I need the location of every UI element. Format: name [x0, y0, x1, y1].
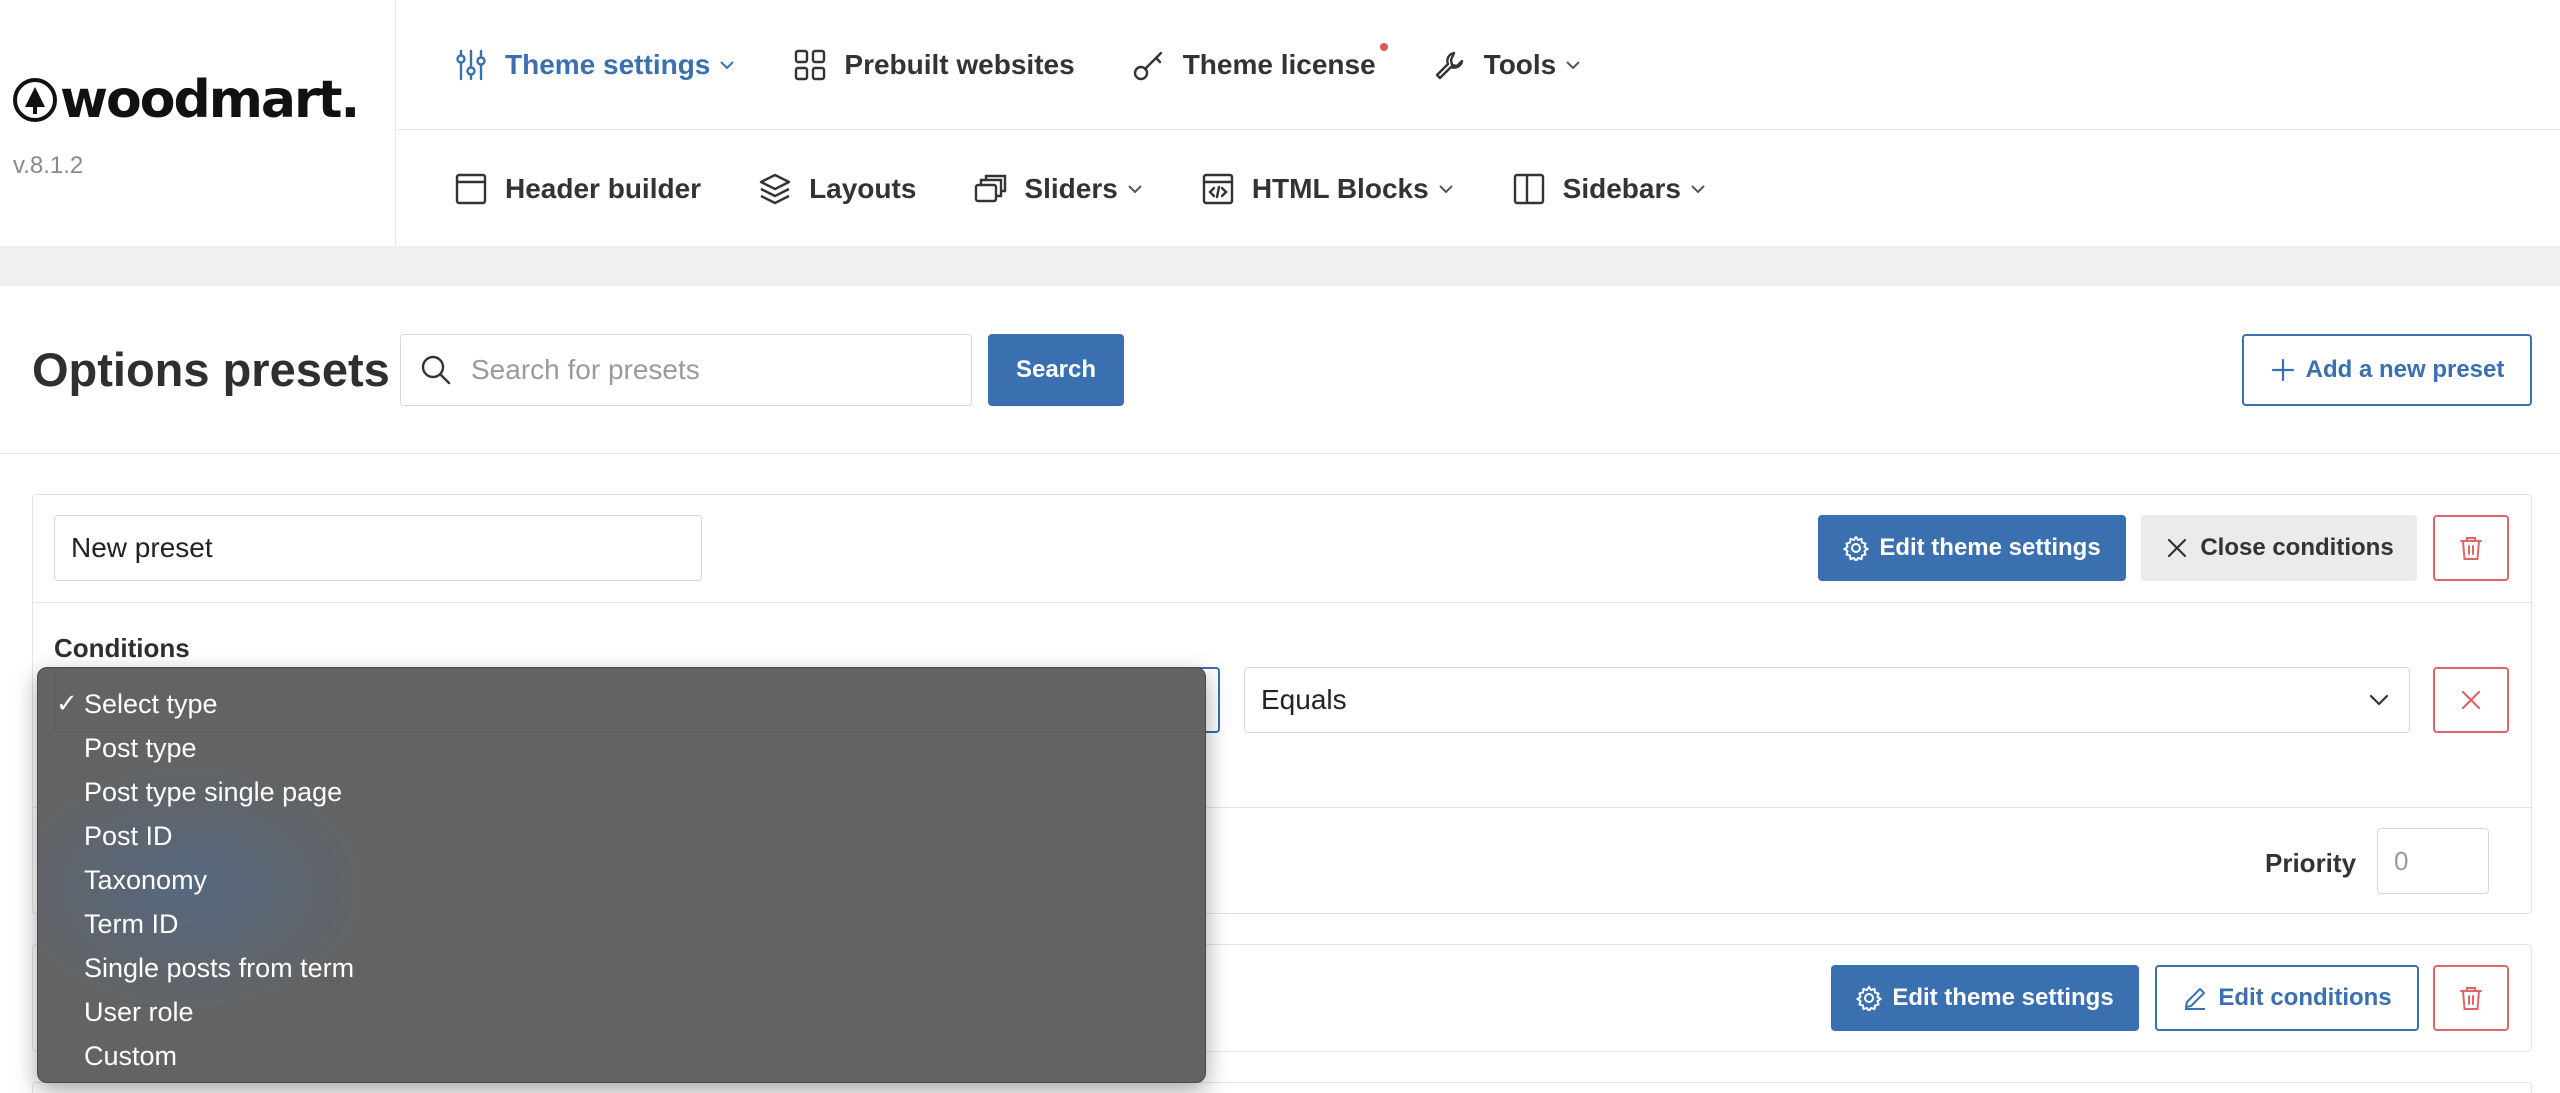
option-label: Post type	[84, 732, 197, 763]
nav-label: HTML Blocks	[1251, 172, 1429, 204]
delete-preset-button[interactable]	[2433, 965, 2509, 1031]
preset-search-box[interactable]	[400, 334, 972, 406]
option-label: User role	[84, 996, 194, 1027]
option-label: Post type single page	[84, 776, 343, 807]
dropdown-option-post-id[interactable]: Post ID	[38, 814, 1205, 858]
logo-wordmark: woodmart.	[60, 70, 360, 130]
delete-preset-button[interactable]	[2433, 515, 2509, 581]
nav-sidebars[interactable]: Sidebars	[1511, 171, 1707, 207]
notification-dot	[1379, 42, 1388, 51]
edit-theme-settings-label: Edit theme settings	[1879, 534, 2101, 561]
preset-card	[32, 1082, 2532, 1093]
nav-tools[interactable]: Tools	[1432, 47, 1583, 83]
edit-theme-settings-button[interactable]: Edit theme settings	[1818, 515, 2126, 581]
nav-layouts[interactable]: Layouts	[757, 171, 916, 207]
dropdown-option-post-type-single-page[interactable]: Post type single page	[38, 770, 1205, 814]
nav-label: Theme license	[1182, 48, 1376, 80]
nav-label: Sidebars	[1562, 172, 1681, 204]
edit-theme-settings-button[interactable]: Edit theme settings	[1831, 965, 2139, 1031]
condition-comparison-select[interactable]: Equals	[1244, 667, 2410, 733]
version-label: v.8.1.2	[13, 152, 84, 179]
layout-icon	[455, 173, 487, 204]
woodmart-logo[interactable]: woodmart.	[12, 70, 360, 130]
preset-name-field[interactable]: New preset	[54, 515, 702, 581]
code-block-icon	[1202, 173, 1234, 204]
close-conditions-button[interactable]: Close conditions	[2141, 515, 2417, 581]
page-header: Options presets Search Add a new preset	[0, 286, 2560, 454]
dropdown-option-term-id[interactable]: Term ID	[38, 902, 1205, 946]
comparison-value: Equals	[1261, 684, 1347, 715]
gear-icon	[1843, 535, 1870, 561]
chevron-down-icon	[1438, 184, 1453, 193]
wrench-icon	[1435, 51, 1463, 79]
edit-theme-settings-label: Edit theme settings	[1892, 984, 2114, 1011]
nav-html-blocks[interactable]: HTML Blocks	[1200, 171, 1455, 207]
chevron-down-icon	[720, 60, 735, 69]
nav-theme-license[interactable]: Theme license	[1131, 42, 1388, 83]
gear-icon	[1856, 985, 1883, 1011]
checkmark-icon: ✓	[56, 688, 78, 718]
conditions-label: Conditions	[54, 633, 190, 663]
remove-condition-button[interactable]	[2433, 667, 2509, 733]
trash-icon	[2460, 987, 2482, 1010]
search-button[interactable]: Search	[988, 334, 1124, 406]
layers-icon	[759, 173, 791, 204]
nav-label: Header builder	[505, 172, 702, 204]
option-label: Select type	[84, 688, 218, 719]
dropdown-option-taxonomy[interactable]: Taxonomy	[38, 858, 1205, 902]
tree-logo-icon	[13, 78, 57, 122]
plus-icon	[2271, 358, 2294, 382]
chevron-down-icon	[1128, 184, 1142, 193]
sliders-icon	[456, 49, 486, 80]
page-title: Options presets	[32, 343, 390, 396]
option-label: Single posts from term	[84, 952, 355, 983]
edit-conditions-button[interactable]: Edit conditions	[2155, 965, 2419, 1031]
condition-type-dropdown: ✓ Select type Post type Post type single…	[37, 667, 1206, 1083]
priority-input[interactable]: 0	[2377, 828, 2489, 894]
brand-panel: woodmart. v.8.1.2	[0, 0, 396, 246]
priority-label: Priority	[2265, 848, 2357, 878]
close-icon	[2168, 538, 2187, 558]
edit-conditions-label: Edit conditions	[2218, 984, 2392, 1011]
option-label: Custom	[84, 1040, 178, 1071]
search-input[interactable]	[471, 354, 951, 386]
secondary-nav: Header builder Layouts Sliders HTML Bloc…	[397, 131, 2560, 246]
add-preset-button[interactable]: Add a new preset	[2242, 334, 2532, 406]
chevron-down-icon	[1691, 184, 1705, 193]
close-conditions-label: Close conditions	[2200, 534, 2394, 561]
key-icon	[1133, 51, 1162, 80]
nav-header-builder[interactable]: Header builder	[453, 171, 701, 207]
nav-label: Prebuilt websites	[844, 48, 1075, 80]
dropdown-option-select-type[interactable]: ✓ Select type	[38, 682, 1205, 726]
nav-sliders[interactable]: Sliders	[972, 171, 1143, 207]
grid-icon	[795, 49, 826, 80]
chevron-down-icon	[1566, 60, 1580, 69]
primary-nav: Theme settings Prebuilt websites Theme l…	[397, 0, 2560, 130]
option-label: Term ID	[84, 908, 179, 939]
nav-label: Theme settings	[505, 48, 711, 80]
option-label: Taxonomy	[84, 864, 208, 895]
nav-label: Tools	[1483, 48, 1557, 80]
admin-header: woodmart. v.8.1.2 Theme settings Prebuil…	[0, 0, 2560, 246]
nav-prebuilt-websites[interactable]: Prebuilt websites	[792, 47, 1075, 83]
nav-label: Sliders	[1024, 172, 1118, 204]
option-label: Post ID	[84, 820, 173, 851]
dropdown-option-post-type[interactable]: Post type	[38, 726, 1205, 770]
dropdown-option-single-posts-from-term[interactable]: Single posts from term	[38, 946, 1205, 990]
pencil-icon	[2185, 988, 2206, 1010]
trash-icon	[2460, 537, 2482, 560]
chevron-down-icon	[2369, 694, 2389, 706]
close-icon	[2461, 690, 2481, 710]
nav-theme-settings[interactable]: Theme settings	[453, 47, 736, 83]
search-icon	[421, 355, 451, 385]
nav-label: Layouts	[809, 172, 917, 204]
slides-icon	[975, 174, 1007, 202]
dropdown-option-custom[interactable]: Custom	[38, 1034, 1205, 1078]
preset-card-header: New preset Edit theme settings Close con…	[33, 495, 2533, 603]
dropdown-option-user-role[interactable]: User role	[38, 990, 1205, 1034]
add-preset-label: Add a new preset	[2305, 356, 2505, 383]
sidebar-icon	[1513, 173, 1544, 204]
